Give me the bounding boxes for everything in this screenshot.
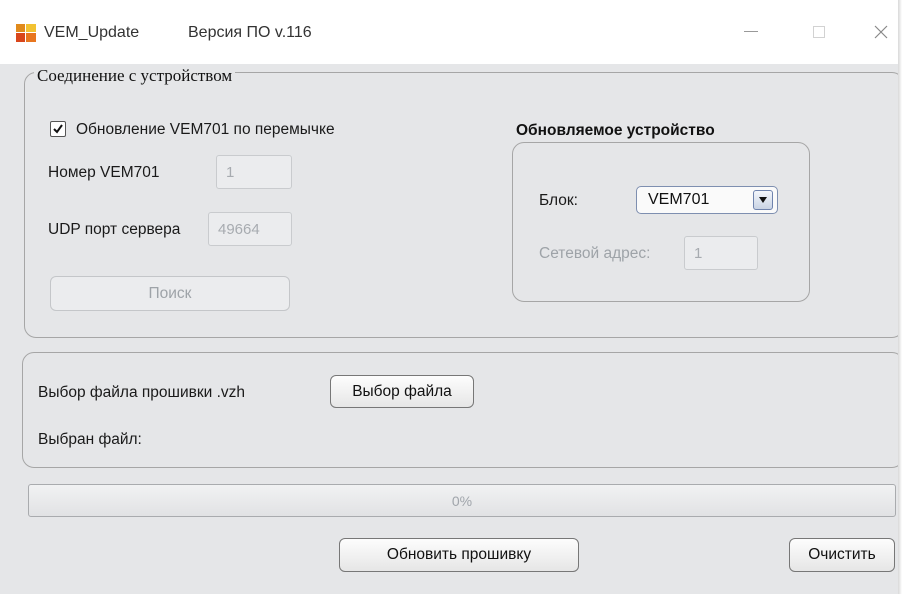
main-panel: Соединение с устройством Обновление VEM7…: [0, 64, 902, 594]
connection-group-title: Соединение с устройством: [34, 66, 236, 86]
maximize-button[interactable]: [796, 14, 842, 50]
search-button[interactable]: Поиск: [50, 276, 290, 311]
dropdown-arrow[interactable]: [753, 190, 773, 210]
choose-file-button[interactable]: Выбор файла: [330, 375, 474, 408]
udp-port-label: UDP порт сервера: [48, 221, 181, 238]
minimize-icon: [744, 31, 758, 32]
device-group-title: Обновляемое устройство: [516, 122, 715, 139]
progress-text: 0%: [451, 493, 473, 509]
network-address-field[interactable]: 1: [684, 236, 758, 270]
checkmark-icon: [53, 124, 63, 134]
app-window: VEM_Update Версия ПО v.116 Соединение с …: [0, 0, 902, 594]
network-address-label: Сетевой адрес:: [539, 245, 651, 262]
vem-number-label: Номер VEM701: [48, 164, 160, 181]
title-bar[interactable]: VEM_Update Версия ПО v.116: [0, 0, 898, 64]
firmware-group: [22, 352, 902, 468]
block-select[interactable]: VEM701: [636, 186, 778, 214]
maximize-icon: [813, 26, 825, 38]
app-grid-icon: [16, 24, 36, 42]
version-label: Версия ПО v.116: [188, 24, 312, 41]
update-firmware-button[interactable]: Обновить прошивку: [339, 538, 579, 572]
close-icon: [874, 25, 888, 39]
close-button[interactable]: [858, 14, 902, 50]
selected-file-label: Выбран файл:: [38, 431, 142, 448]
device-group: [512, 142, 810, 302]
vem-number-field[interactable]: 1: [216, 155, 292, 189]
minimize-button[interactable]: [728, 14, 774, 50]
jumper-update-checkbox[interactable]: [50, 121, 66, 137]
firmware-select-label: Выбор файла прошивки .vzh: [38, 384, 246, 401]
block-select-value: VEM701: [648, 191, 710, 208]
window-edge: [898, 0, 902, 594]
udp-port-field[interactable]: 49664: [208, 212, 292, 246]
jumper-update-label[interactable]: Обновление VEM701 по перемычке: [76, 121, 335, 139]
block-label: Блок:: [539, 192, 578, 209]
progress-bar: 0%: [28, 484, 896, 517]
window-title: VEM_Update: [44, 24, 140, 41]
triangle-down-icon: [759, 197, 767, 203]
clear-button[interactable]: Очистить: [789, 538, 895, 572]
